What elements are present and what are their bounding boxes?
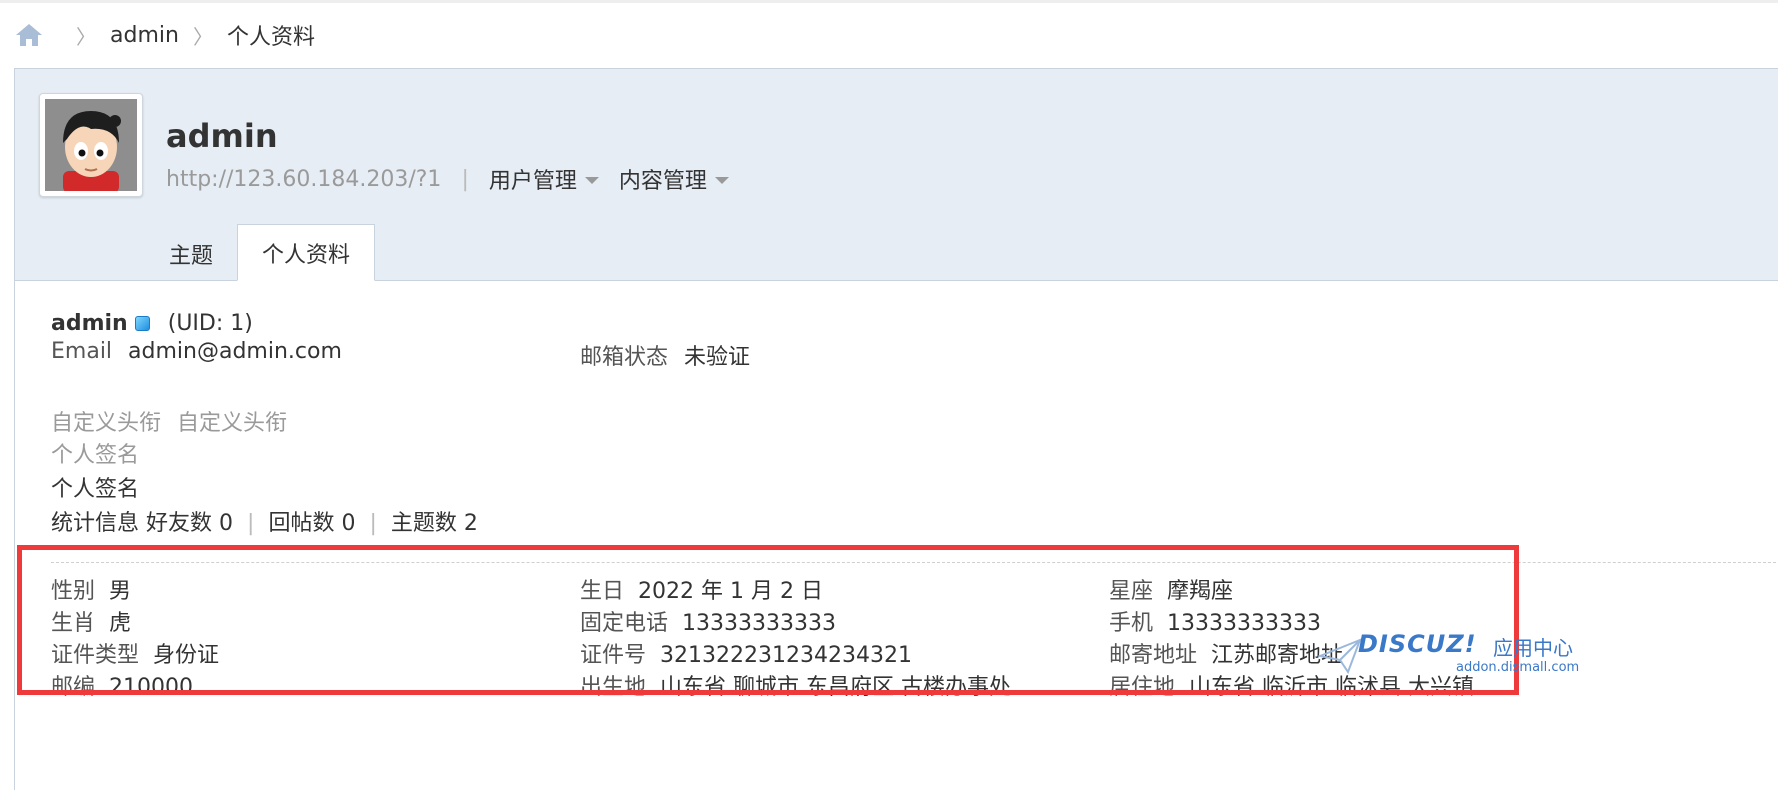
- custom-title-row: 自定义头衔 自定义头衔: [51, 405, 287, 437]
- profile-header: admin http://123.60.184.203/?1 | 用户管理 内容…: [15, 69, 1778, 281]
- user-manage-menu[interactable]: 用户管理: [489, 163, 599, 195]
- online-status-icon: [134, 316, 150, 331]
- top-border: [0, 0, 1778, 3]
- replies-value: 0: [341, 511, 356, 536]
- threads-count-link[interactable]: 主题数 2: [391, 511, 478, 536]
- home-icon[interactable]: [14, 22, 44, 48]
- discuz-watermark: DISCUZ! 应用中心 addon.dismall.com: [1318, 630, 1588, 690]
- content-manage-label: 内容管理: [618, 169, 707, 194]
- space-url[interactable]: http://123.60.184.203/?1: [166, 167, 441, 192]
- watermark-title: 应用中心: [1493, 636, 1573, 660]
- custom-title-label: 自定义头衔: [51, 411, 162, 436]
- signature-value-row: 个人签名: [51, 471, 139, 503]
- meta-separator: |: [461, 166, 469, 192]
- friends-value: 0: [219, 511, 234, 536]
- paper-plane-icon: [1318, 638, 1362, 675]
- breadcrumb-separator: 〉: [76, 24, 96, 49]
- friends-count-link[interactable]: 好友数 0: [146, 511, 233, 536]
- avatar-image: [45, 99, 137, 191]
- breadcrumb-separator: 〉: [192, 24, 213, 49]
- email-status-label: 邮箱状态: [580, 345, 669, 370]
- tab-threads[interactable]: 主题: [145, 226, 237, 281]
- breadcrumb-item-profile[interactable]: 个人资料: [227, 19, 315, 51]
- header-username: admin: [166, 117, 278, 155]
- content-manage-menu[interactable]: 内容管理: [619, 163, 729, 195]
- signature-label-row: 个人签名: [51, 437, 139, 469]
- email-row: Email admin@admin.com: [51, 339, 342, 364]
- email-status-row: 邮箱状态 未验证: [580, 339, 750, 371]
- profile-content: admin (UID: 1) Email admin@admin.com 邮箱状态…: [15, 281, 1778, 791]
- threads-label: 主题数: [390, 511, 457, 536]
- email-value: admin@admin.com: [128, 339, 342, 364]
- chevron-down-icon: [584, 176, 599, 184]
- breadcrumb-item-user[interactable]: admin: [110, 23, 179, 48]
- avatar[interactable]: [39, 93, 143, 197]
- stats-separator: |: [247, 511, 255, 536]
- breadcrumb: 〉 admin 〉 个人资料: [14, 18, 315, 52]
- profile-tabs: 主题 个人资料: [145, 219, 376, 281]
- signature-value: 个人签名: [51, 477, 140, 502]
- custom-title-value: 自定义头衔: [177, 411, 288, 436]
- stats-label: 统计信息: [51, 511, 140, 536]
- replies-label: 回帖数: [268, 511, 335, 536]
- email-label: Email: [51, 339, 113, 364]
- stats-row: 统计信息 好友数 0 | 回帖数 0 | 主题数 2: [51, 505, 478, 537]
- username-row: admin (UID: 1): [51, 311, 253, 336]
- tab-profile[interactable]: 个人资料: [237, 224, 376, 281]
- watermark-url: addon.dismall.com: [1456, 660, 1580, 675]
- highlight-box: [17, 545, 1519, 695]
- signature-label: 个人签名: [51, 443, 140, 468]
- threads-value: 2: [463, 511, 478, 536]
- header-meta: http://123.60.184.203/?1 | 用户管理 内容管理: [166, 163, 749, 195]
- profile-username: admin: [51, 311, 128, 336]
- watermark-logo: DISCUZ!: [1358, 630, 1477, 658]
- chevron-down-icon: [714, 176, 729, 184]
- stats-separator: |: [369, 511, 377, 536]
- email-status-value: 未验证: [684, 345, 751, 370]
- profile-uid: (UID: 1): [167, 311, 253, 336]
- user-manage-label: 用户管理: [488, 169, 577, 194]
- replies-count-link[interactable]: 回帖数 0: [268, 511, 355, 536]
- friends-label: 好友数: [146, 511, 213, 536]
